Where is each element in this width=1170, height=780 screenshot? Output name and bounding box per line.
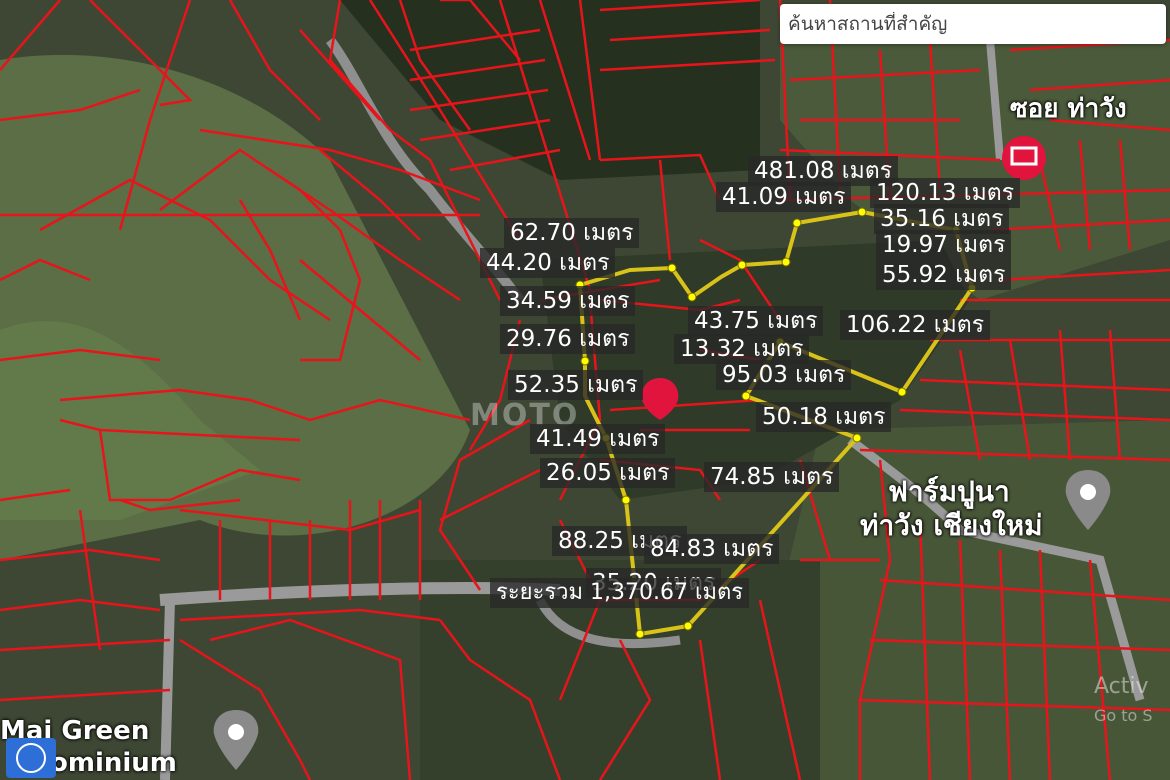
place-name-soi: ซอย ท่าวัง bbox=[1010, 94, 1127, 124]
measurement-label: 29.76 เมตร bbox=[500, 324, 636, 354]
place-search-box[interactable] bbox=[780, 4, 1166, 44]
measurement-label: 50.18 เมตร bbox=[756, 402, 892, 432]
measurement-label: 34.59 เมตร bbox=[500, 286, 636, 316]
measurement-label: 52.35 เมตร bbox=[508, 370, 644, 400]
measurement-label: 41.09 เมตร bbox=[716, 182, 852, 212]
search-input[interactable] bbox=[786, 12, 1166, 36]
measurement-label: 26.05 เมตร bbox=[540, 458, 676, 488]
measurement-label: 41.49 เมตร bbox=[530, 424, 666, 454]
measurement-label: 44.20 เมตร bbox=[480, 248, 616, 278]
measurement-label: 84.83 เมตร bbox=[644, 534, 780, 564]
my-location-button[interactable] bbox=[6, 738, 56, 778]
measurement-label: 62.70 เมตร bbox=[504, 218, 640, 248]
activation-watermark-line2: Go to S bbox=[1094, 706, 1153, 725]
total-distance-label: ระยะรวม 1,370.67 เมตร bbox=[490, 578, 750, 608]
measurement-label: 95.03 เมตร bbox=[716, 360, 852, 390]
activation-watermark-line1: Activ bbox=[1094, 674, 1149, 699]
place-name-farm-line2: ท่าวัง เชียงใหม่ bbox=[860, 509, 1043, 542]
measurement-label: 106.22 เมตร bbox=[840, 310, 991, 340]
hotel-marker-icon[interactable] bbox=[1002, 136, 1046, 180]
measurement-label: 74.85 เมตร bbox=[704, 462, 840, 492]
measurement-label: 55.92 เมตร bbox=[876, 260, 1012, 290]
measurement-label: 19.97 เมตร bbox=[876, 230, 1012, 260]
measurement-label: 43.75 เมตร bbox=[688, 306, 824, 336]
crosshair-icon bbox=[16, 743, 46, 773]
place-name-condo-line2: ominium bbox=[50, 748, 177, 778]
